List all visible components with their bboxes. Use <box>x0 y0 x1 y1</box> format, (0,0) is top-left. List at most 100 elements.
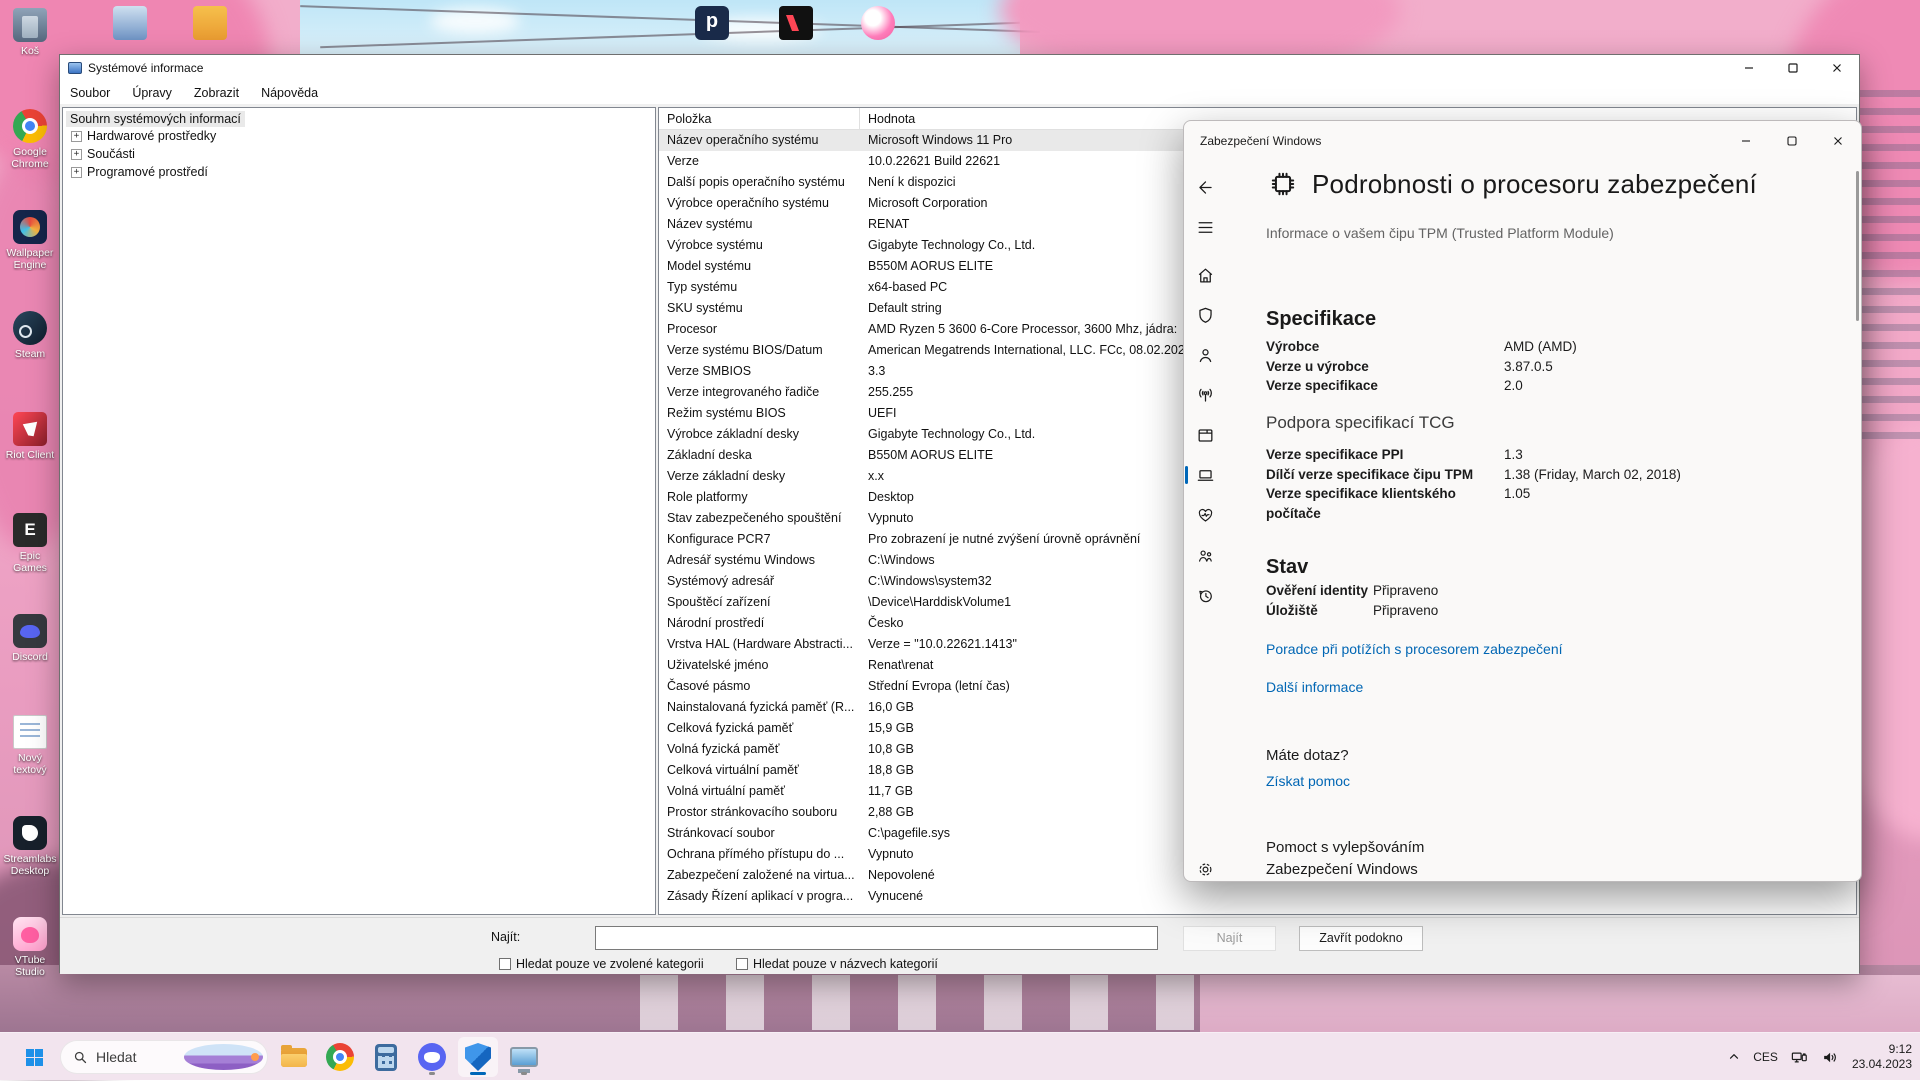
family-options-icon[interactable] <box>1184 537 1226 573</box>
desktop-shortcut-folder2[interactable] <box>182 6 238 40</box>
security-titlebar[interactable]: Zabezpečení Windows <box>1184 121 1861 161</box>
desktop-icon-wall[interactable]: Wallpaper Engine <box>2 210 58 271</box>
desktop-icon-chrome[interactable]: Google Chrome <box>2 109 58 170</box>
get-help-link[interactable]: Získat pomoc <box>1266 773 1350 789</box>
desktop-icon-steam[interactable]: Steam <box>2 311 58 360</box>
kv-row: Dílčí verze specifikace čipu TPM1.38 (Fr… <box>1266 465 1681 485</box>
desktop-shortcut-valorant[interactable] <box>768 6 824 40</box>
desktop-icon-label: Steam <box>2 348 58 360</box>
menu-napoveda[interactable]: Nápověda <box>261 86 318 100</box>
item-cell: Národní prostředí <box>659 613 860 634</box>
find-input[interactable] <box>595 926 1158 950</box>
search-box[interactable]: Hledat <box>60 1040 268 1074</box>
close-button[interactable] <box>1815 55 1859 81</box>
desktop-shortcut-prime[interactable] <box>684 6 740 40</box>
chrome-icon <box>326 1043 354 1071</box>
kv-row: Verze u výrobce3.87.0.5 <box>1266 357 1577 377</box>
expand-icon[interactable]: + <box>71 167 82 178</box>
more-info-link[interactable]: Další informace <box>1266 679 1363 695</box>
kv-label: Verze specifikace klientského počítače <box>1266 484 1504 523</box>
account-protection-person-icon[interactable] <box>1184 337 1226 373</box>
checkbox-icon[interactable] <box>499 958 511 970</box>
sysinfo-titlebar[interactable]: Systémové informace <box>60 55 1859 81</box>
kv-row: Verze specifikace klientského počítače1.… <box>1266 484 1681 523</box>
minimize-button[interactable] <box>1723 121 1769 161</box>
search-highlight-image[interactable] <box>184 1044 264 1070</box>
item-cell: Zásady Řízení aplikací v progra... <box>659 886 860 907</box>
question-label: Máte dotaz? <box>1266 747 1349 764</box>
troubleshoot-link[interactable]: Poradce při potížích s procesorem zabezp… <box>1266 641 1563 657</box>
desktop-shortcut-pink[interactable] <box>850 6 906 40</box>
taskbar-windows-security[interactable] <box>458 1037 498 1077</box>
close-pane-button[interactable]: Zavřít podokno <box>1299 926 1423 951</box>
volume-icon[interactable] <box>1821 1048 1840 1067</box>
kv-row: VýrobceAMD (AMD) <box>1266 337 1577 357</box>
kv-value: Připraveno <box>1373 581 1438 601</box>
find-label: Najít: <box>491 930 520 944</box>
network-icon[interactable] <box>1790 1048 1809 1067</box>
language-indicator[interactable]: CES <box>1753 1050 1778 1064</box>
checkbox-selected-category[interactable]: Hledat pouze ve zvolené kategorii <box>499 957 704 971</box>
taskbar-discord[interactable] <box>412 1037 452 1077</box>
checkbox-icon[interactable] <box>736 958 748 970</box>
taskbar-file-explorer[interactable] <box>274 1037 314 1077</box>
kv-value: 1.3 <box>1504 445 1523 465</box>
app-browser-control-icon[interactable] <box>1184 417 1226 453</box>
desktop-icon-text[interactable]: Nový textový dokument <box>2 715 58 776</box>
desktop-icon-label: Koš <box>2 45 58 57</box>
folder2-icon <box>193 6 227 40</box>
find-button[interactable]: Najít <box>1183 926 1276 951</box>
item-cell: Celková virtuální paměť <box>659 760 860 781</box>
desktop-icon-trash[interactable]: Koš <box>2 8 58 57</box>
desktop-icon-discord[interactable]: Discord <box>2 614 58 663</box>
home-icon[interactable] <box>1184 257 1226 293</box>
clock[interactable]: 9:12 23.04.2023 <box>1852 1042 1912 1072</box>
menu-soubor[interactable]: Soubor <box>70 86 110 100</box>
scrollbar[interactable] <box>1856 171 1859 321</box>
item-cell: Verze základní desky <box>659 466 860 487</box>
firewall-network-icon[interactable] <box>1184 377 1226 413</box>
steam-icon <box>13 311 47 345</box>
expand-icon[interactable]: + <box>71 149 82 160</box>
item-cell: Verze <box>659 151 860 172</box>
back-arrow-icon[interactable] <box>1184 169 1226 205</box>
device-security-laptop-icon[interactable] <box>1184 457 1226 493</box>
tree-item-components[interactable]: + Součásti <box>63 145 655 163</box>
item-cell: Typ systému <box>659 277 860 298</box>
taskbar-chrome[interactable] <box>320 1037 360 1077</box>
settings-gear-icon[interactable] <box>1184 851 1226 882</box>
menu-upravy[interactable]: Úpravy <box>132 86 172 100</box>
checkbox-category-names[interactable]: Hledat pouze v názvech kategorií <box>736 957 938 971</box>
table-row[interactable]: Zásady Řízení aplikací v progra...Vynuce… <box>659 886 1856 907</box>
desktop-icon-epic[interactable]: Epic Games Launcher <box>2 513 58 574</box>
close-button[interactable] <box>1815 121 1861 161</box>
device-performance-health-icon[interactable] <box>1184 497 1226 533</box>
hidden-icons-chevron[interactable] <box>1727 1050 1741 1064</box>
desktop-shortcut-pc[interactable] <box>102 6 158 40</box>
chrome-icon <box>13 109 47 143</box>
start-button[interactable] <box>14 1037 54 1077</box>
security-sidebar <box>1184 161 1226 881</box>
item-cell: Další popis operačního systému <box>659 172 860 193</box>
vtube-icon <box>13 917 47 951</box>
protection-history-icon[interactable] <box>1184 577 1226 613</box>
taskbar-calculator[interactable] <box>366 1037 406 1077</box>
tree-item-hardware[interactable]: + Hardwarové prostředky <box>63 127 655 145</box>
date: 23.04.2023 <box>1852 1057 1912 1072</box>
desktop-icon-riot[interactable]: Riot Client <box>2 412 58 461</box>
taskbar-system-information[interactable] <box>504 1037 544 1077</box>
virus-protection-shield-icon[interactable] <box>1184 297 1226 333</box>
expand-icon[interactable]: + <box>71 131 82 142</box>
maximize-button[interactable] <box>1771 55 1815 81</box>
slabs-icon <box>13 816 47 850</box>
desktop-icon-slabs[interactable]: Streamlabs Desktop <box>2 816 58 877</box>
desktop-icon-vtube[interactable]: VTube Studio <box>2 917 58 978</box>
kv-row: Verze specifikace PPI1.3 <box>1266 445 1681 465</box>
column-polozka[interactable]: Položka <box>659 108 860 129</box>
minimize-button[interactable] <box>1727 55 1771 81</box>
maximize-button[interactable] <box>1769 121 1815 161</box>
menu-icon[interactable] <box>1184 209 1226 245</box>
tree-item-summary[interactable]: Souhrn systémových informací <box>66 111 245 127</box>
menu-zobrazit[interactable]: Zobrazit <box>194 86 239 100</box>
tree-item-software[interactable]: + Programové prostředí <box>63 163 655 181</box>
